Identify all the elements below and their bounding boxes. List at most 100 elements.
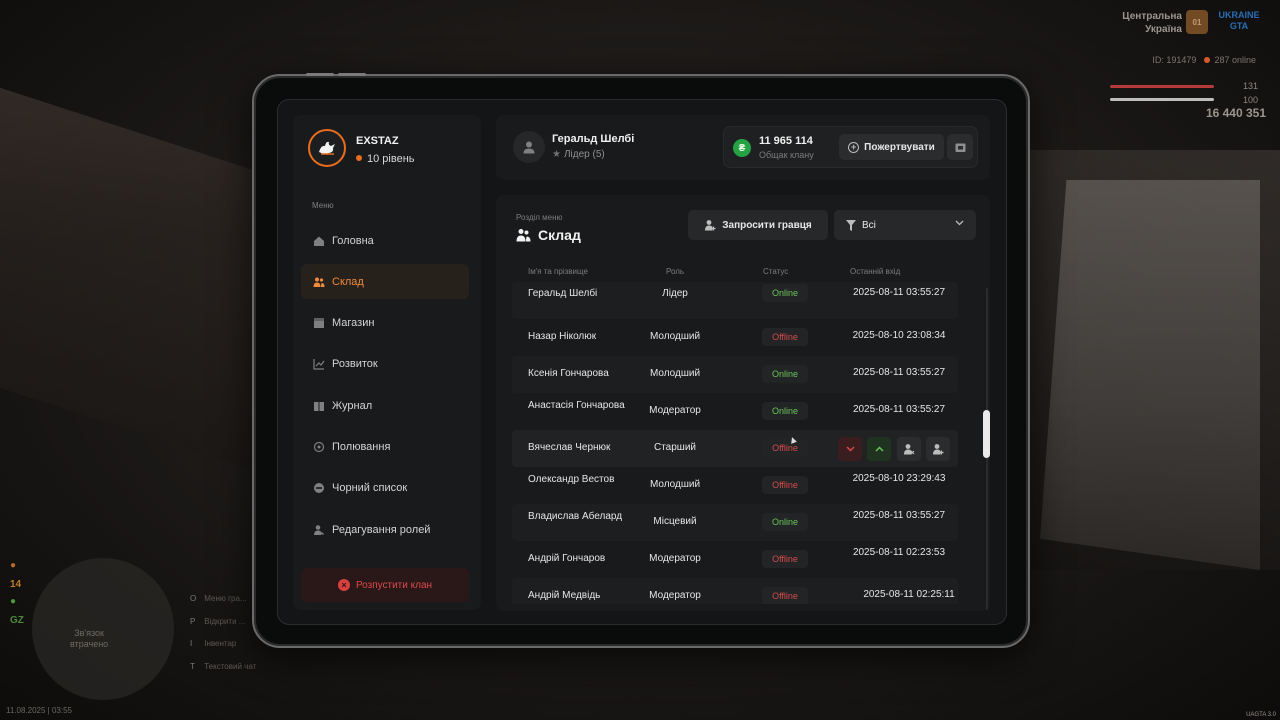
datetime: 11.08.2025 | 03:55 — [6, 706, 72, 715]
promote-button[interactable] — [867, 437, 891, 461]
sidebar-item-blacklist[interactable]: Чорний список — [301, 471, 469, 506]
hud-side-number: 14 — [10, 579, 22, 590]
member-name: Анастасія Гончарова — [528, 400, 625, 411]
sidebar-item-hunting[interactable]: Полювання — [301, 429, 469, 464]
page-title: Склад — [516, 227, 581, 243]
status-badge: Online — [762, 513, 808, 531]
hud-side-icon-1: ● — [10, 560, 17, 571]
ban-icon — [313, 482, 325, 494]
table-row[interactable]: Анастасія Гончарова Модератор Online 202… — [512, 393, 958, 430]
tablet-button — [306, 73, 334, 76]
menu-caption: Меню — [312, 201, 334, 210]
table-row[interactable]: Геральд Шелбі Лідер Online 2025-08-11 03… — [512, 282, 958, 319]
star-icon: ★ — [552, 149, 561, 160]
member-role: Модератор — [649, 590, 701, 601]
player-id: ID: 191479 — [1152, 55, 1197, 65]
armor-value: 100 — [1242, 95, 1258, 105]
member-role: Молодший — [649, 479, 701, 490]
member-name: Андрій Медвідь — [528, 590, 601, 601]
clan-level: 10 рівень — [356, 153, 415, 165]
role-filter-select[interactable]: Всі — [834, 210, 976, 240]
table-row[interactable]: Ксенія Гончарова Молодший Online 2025-08… — [512, 356, 958, 393]
sidebar: EXSTAZ 10 рівень Меню Головна Склад Мага… — [293, 115, 481, 610]
chevron-down-icon — [955, 220, 964, 226]
sidebar-item-development[interactable]: Розвиток — [301, 347, 469, 382]
clan-tablet: EXSTAZ 10 рівень Меню Головна Склад Мага… — [252, 73, 1030, 648]
key-hint: O Меню гра... — [190, 594, 247, 603]
member-role: Старший — [653, 442, 696, 453]
online-dot-icon — [1204, 57, 1211, 63]
table-row[interactable]: Вячеслав Чернюк Старший Offline — [512, 430, 958, 467]
coin-icon: ₴ — [733, 139, 751, 157]
sidebar-item-edit-roles[interactable]: Редагування ролей — [301, 512, 469, 547]
member-name: Андрій Гончаров — [528, 553, 606, 564]
sidebar-item-home[interactable]: Головна — [301, 223, 469, 258]
member-role: Модератор — [649, 405, 701, 416]
safe-button[interactable] — [947, 134, 973, 160]
minimap-status: Зв'язок втрачено — [70, 628, 109, 649]
status-badge: Online — [762, 402, 808, 420]
leader-name: Геральд Шелбі — [552, 133, 635, 145]
last-login: 2025-08-11 03:55:27 — [852, 287, 946, 298]
sidebar-item-members[interactable]: Склад — [301, 264, 469, 300]
hud-money: 16 440 351 — [1205, 106, 1266, 120]
status-badge: Offline — [762, 550, 808, 568]
status-badge: Online — [762, 284, 808, 302]
last-login: 2025-08-10 23:08:34 — [852, 330, 946, 341]
table-row[interactable]: Назар Ніколюк Молодший Offline 2025-08-1… — [512, 319, 958, 356]
member-name: Ксенія Гончарова — [528, 368, 609, 379]
sidebar-item-journal[interactable]: Журнал — [301, 388, 469, 423]
table-row[interactable]: Андрій Гончаров Модератор Offline 2025-0… — [512, 541, 958, 578]
server-logo: UKRAINE GTA — [1218, 10, 1260, 31]
add-user-icon — [704, 219, 716, 231]
member-role: Молодший — [649, 331, 701, 342]
member-name: Вячеслав Чернюк — [528, 442, 611, 453]
clan-name: EXSTAZ — [356, 135, 399, 147]
table-row[interactable]: Владислав Абелард Місцевий Online 2025-0… — [512, 504, 958, 541]
table-row[interactable]: Андрій Медвідь Модератор Offline 2025-08… — [512, 578, 958, 604]
column-header-role: Роль — [666, 267, 685, 276]
members-table: Геральд Шелбі Лідер Online 2025-08-11 03… — [512, 282, 958, 604]
armor-bar — [1110, 98, 1214, 101]
user-remove-icon — [904, 444, 915, 455]
column-header-name: Ім'я та прізвище — [528, 267, 588, 276]
filter-icon — [846, 219, 856, 231]
section-caption: Розділ меню — [516, 213, 563, 222]
disband-clan-button[interactable]: × Розпустити клан — [301, 568, 469, 602]
status-badge: Offline — [762, 328, 808, 346]
health-bar — [1110, 85, 1214, 88]
kick-member-button[interactable] — [897, 437, 921, 461]
chevron-down-icon — [845, 446, 855, 452]
scrollbar-thumb[interactable] — [983, 410, 990, 458]
hud-side-label: GZ — [10, 615, 24, 626]
hud-player-info: ID: 191479 287 online — [1152, 55, 1256, 65]
demote-button[interactable] — [838, 437, 862, 461]
member-name: Геральд Шелбі — [528, 288, 598, 299]
sidebar-item-shop[interactable]: Магазин — [301, 306, 469, 341]
last-login: 2025-08-11 02:25:11 — [863, 589, 955, 600]
donate-button[interactable]: + Пожертвувати — [839, 134, 944, 160]
member-settings-button[interactable] — [926, 437, 950, 461]
key-hint: P Відкрити ... — [190, 616, 246, 626]
member-name: Олександр Вестов — [528, 474, 615, 485]
table-row[interactable]: Олександр Вестов Молодший Offline 2025-0… — [512, 467, 958, 504]
book-icon — [313, 400, 325, 412]
table-header: Ім'я та прізвище Роль Статус Останній вх… — [496, 267, 990, 281]
column-header-last-login: Останній вхід — [850, 267, 901, 276]
last-login: 2025-08-11 03:55:27 — [852, 510, 946, 521]
shop-icon — [313, 317, 325, 329]
member-role: Лідер — [662, 288, 688, 299]
last-login: 2025-08-11 02:23:53 — [852, 547, 946, 558]
member-name: Владислав Абелард — [528, 511, 623, 522]
clan-emblem-icon — [308, 129, 346, 167]
user-edit-icon — [313, 524, 325, 536]
key-hints: O Меню гра... P Відкрити ... I Інвентар … — [190, 588, 256, 678]
build-version: UAGTA 3.0 — [1246, 712, 1276, 718]
invite-player-button[interactable]: Запросити гравця — [688, 210, 828, 240]
chart-icon — [313, 358, 325, 370]
member-role: Молодший — [649, 368, 701, 379]
status-badge: Offline — [762, 439, 808, 457]
hud-region: Центральна Україна — [1122, 11, 1182, 35]
last-login: 2025-08-11 03:55:27 — [852, 404, 946, 415]
bank-amount: 11 965 114 — [759, 135, 813, 147]
